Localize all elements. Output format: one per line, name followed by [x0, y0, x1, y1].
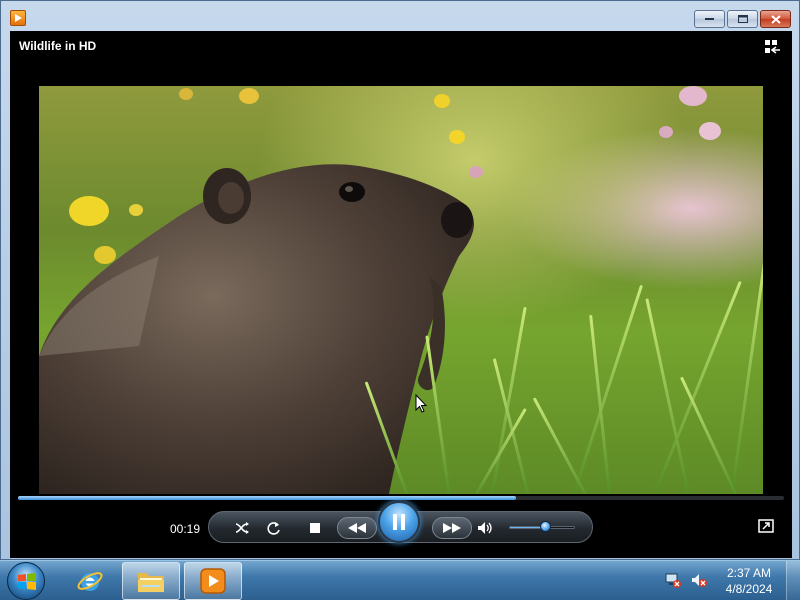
taskbar-item-internet-explorer[interactable] [61, 562, 119, 600]
seek-bar[interactable] [18, 496, 784, 500]
elapsed-time: 00:19 [170, 522, 201, 536]
seek-progress [18, 496, 516, 500]
minimize-icon [705, 18, 714, 20]
flower [239, 88, 259, 104]
maximize-button[interactable] [727, 10, 758, 28]
volume-thumb[interactable] [540, 521, 552, 532]
stop-button[interactable] [305, 518, 325, 538]
close-button[interactable] [760, 10, 791, 28]
internet-explorer-icon [77, 572, 103, 591]
volume-muted-icon[interactable] [690, 571, 708, 589]
taskbar: 2:37 AM 4/8/2024 [0, 560, 800, 600]
repeat-icon [267, 522, 280, 535]
windows-logo-icon [18, 573, 36, 590]
title-bar[interactable] [1, 1, 799, 31]
marmot-figure [39, 164, 474, 494]
flower [699, 122, 721, 140]
fullscreen-button[interactable] [758, 519, 774, 533]
clock-date: 4/8/2024 [725, 582, 773, 596]
pause-icon [393, 514, 405, 530]
switch-to-library-button[interactable] [764, 39, 782, 55]
player-area: Wildlife in HD 00:19 [10, 31, 792, 558]
switch-to-library-icon [765, 40, 780, 54]
taskbar-item-windows-explorer[interactable] [122, 562, 180, 600]
play-pause-button[interactable] [378, 501, 420, 543]
grass-blade [532, 397, 592, 494]
media-player-icon [200, 568, 226, 594]
fullscreen-icon [758, 519, 774, 533]
grass-blade [589, 314, 612, 494]
show-desktop-button[interactable] [786, 561, 800, 600]
clock-time: 2:37 AM [726, 566, 772, 580]
rewind-icon [348, 523, 366, 533]
network-icon[interactable] [664, 571, 682, 589]
speaker-icon [478, 522, 492, 534]
folder-icon [138, 573, 164, 592]
flower [659, 126, 673, 138]
flower [679, 86, 707, 106]
flower [449, 130, 465, 144]
grass-blade [649, 280, 742, 494]
start-button[interactable] [7, 562, 45, 600]
stop-icon [310, 523, 320, 533]
fast-forward-icon [443, 523, 461, 533]
flower [179, 88, 193, 100]
mute-button[interactable] [475, 518, 495, 538]
taskbar-item-media-player[interactable] [184, 562, 242, 600]
media-title: Wildlife in HD [19, 39, 97, 53]
previous-button[interactable] [337, 517, 377, 539]
grass-blade [645, 298, 692, 494]
system-tray [664, 571, 708, 589]
shuffle-icon [235, 522, 249, 534]
taskbar-clock[interactable]: 2:37 AM 4/8/2024 [716, 565, 782, 597]
maximize-icon [737, 15, 748, 23]
flower [434, 94, 450, 108]
minimize-button[interactable] [694, 10, 725, 28]
media-player-window: Wildlife in HD 00:19 [0, 0, 800, 560]
repeat-button[interactable] [264, 518, 284, 538]
mouse-cursor-icon [415, 394, 427, 413]
media-player-icon [10, 10, 26, 26]
video-frame[interactable] [39, 86, 763, 494]
close-icon [770, 14, 781, 24]
next-button[interactable] [432, 517, 472, 539]
shuffle-button[interactable] [233, 518, 253, 538]
